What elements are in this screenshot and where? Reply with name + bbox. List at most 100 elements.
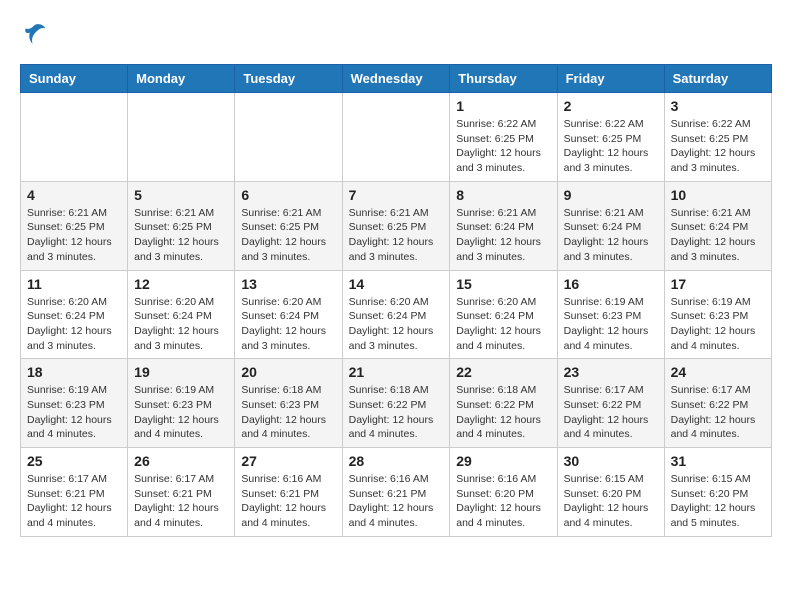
- day-number: 28: [349, 453, 444, 469]
- calendar-cell: [342, 93, 450, 182]
- day-of-week-header: Wednesday: [342, 65, 450, 93]
- day-info: Sunrise: 6:21 AM Sunset: 6:25 PM Dayligh…: [349, 206, 444, 265]
- page-header: [20, 20, 772, 48]
- logo: [20, 20, 52, 48]
- day-number: 1: [456, 98, 550, 114]
- day-number: 24: [671, 364, 765, 380]
- calendar-cell: [128, 93, 235, 182]
- day-info: Sunrise: 6:17 AM Sunset: 6:22 PM Dayligh…: [564, 383, 658, 442]
- day-info: Sunrise: 6:18 AM Sunset: 6:22 PM Dayligh…: [349, 383, 444, 442]
- calendar-cell: 23 Sunrise: 6:17 AM Sunset: 6:22 PM Dayli…: [557, 359, 664, 448]
- day-of-week-header: Thursday: [450, 65, 557, 93]
- day-number: 15: [456, 276, 550, 292]
- calendar-cell: 19 Sunrise: 6:19 AM Sunset: 6:23 PM Dayli…: [128, 359, 235, 448]
- calendar-cell: 3 Sunrise: 6:22 AM Sunset: 6:25 PM Daylig…: [664, 93, 771, 182]
- day-number: 22: [456, 364, 550, 380]
- day-number: 8: [456, 187, 550, 203]
- calendar-cell: 24 Sunrise: 6:17 AM Sunset: 6:22 PM Dayli…: [664, 359, 771, 448]
- calendar-week-row: 11Sunrise: 6:20 AM Sunset: 6:24 PM Dayli…: [21, 270, 772, 359]
- calendar-cell: 31 Sunrise: 6:15 AM Sunset: 6:20 PM Dayli…: [664, 448, 771, 537]
- day-info: Sunrise: 6:21 AM Sunset: 6:25 PM Dayligh…: [134, 206, 228, 265]
- day-of-week-header: Sunday: [21, 65, 128, 93]
- calendar-cell: 29 Sunrise: 6:16 AM Sunset: 6:20 PM Dayli…: [450, 448, 557, 537]
- calendar-cell: 26 Sunrise: 6:17 AM Sunset: 6:21 PM Dayli…: [128, 448, 235, 537]
- calendar-cell: 4 Sunrise: 6:21 AM Sunset: 6:25 PM Daylig…: [21, 181, 128, 270]
- calendar-cell: 11Sunrise: 6:20 AM Sunset: 6:24 PM Dayli…: [21, 270, 128, 359]
- day-number: 7: [349, 187, 444, 203]
- day-number: 2: [564, 98, 658, 114]
- calendar-cell: 9 Sunrise: 6:21 AM Sunset: 6:24 PM Daylig…: [557, 181, 664, 270]
- day-number: 10: [671, 187, 765, 203]
- day-number: 26: [134, 453, 228, 469]
- calendar-cell: 21 Sunrise: 6:18 AM Sunset: 6:22 PM Dayli…: [342, 359, 450, 448]
- day-info: Sunrise: 6:19 AM Sunset: 6:23 PM Dayligh…: [671, 295, 765, 354]
- day-info: Sunrise: 6:22 AM Sunset: 6:25 PM Dayligh…: [671, 117, 765, 176]
- calendar-cell: 13 Sunrise: 6:20 AM Sunset: 6:24 PM Dayli…: [235, 270, 342, 359]
- day-info: Sunrise: 6:20 AM Sunset: 6:24 PM Dayligh…: [241, 295, 335, 354]
- calendar-cell: [21, 93, 128, 182]
- day-info: Sunrise: 6:19 AM Sunset: 6:23 PM Dayligh…: [134, 383, 228, 442]
- day-number: 20: [241, 364, 335, 380]
- day-info: Sunrise: 6:15 AM Sunset: 6:20 PM Dayligh…: [671, 472, 765, 531]
- day-info: Sunrise: 6:17 AM Sunset: 6:21 PM Dayligh…: [27, 472, 121, 531]
- day-info: Sunrise: 6:15 AM Sunset: 6:20 PM Dayligh…: [564, 472, 658, 531]
- calendar-cell: 18 Sunrise: 6:19 AM Sunset: 6:23 PM Dayli…: [21, 359, 128, 448]
- calendar-week-row: 4 Sunrise: 6:21 AM Sunset: 6:25 PM Daylig…: [21, 181, 772, 270]
- day-number: 18: [27, 364, 121, 380]
- day-of-week-header: Tuesday: [235, 65, 342, 93]
- day-number: 14: [349, 276, 444, 292]
- day-info: Sunrise: 6:20 AM Sunset: 6:24 PM Dayligh…: [456, 295, 550, 354]
- calendar-week-row: 25 Sunrise: 6:17 AM Sunset: 6:21 PM Dayli…: [21, 448, 772, 537]
- day-of-week-header: Saturday: [664, 65, 771, 93]
- day-info: Sunrise: 6:17 AM Sunset: 6:22 PM Dayligh…: [671, 383, 765, 442]
- day-number: 12: [134, 276, 228, 292]
- calendar-cell: 25 Sunrise: 6:17 AM Sunset: 6:21 PM Dayli…: [21, 448, 128, 537]
- day-info: Sunrise: 6:17 AM Sunset: 6:21 PM Dayligh…: [134, 472, 228, 531]
- day-info: Sunrise: 6:18 AM Sunset: 6:22 PM Dayligh…: [456, 383, 550, 442]
- calendar-cell: 2 Sunrise: 6:22 AM Sunset: 6:25 PM Daylig…: [557, 93, 664, 182]
- calendar-cell: 16 Sunrise: 6:19 AM Sunset: 6:23 PM Dayli…: [557, 270, 664, 359]
- calendar-cell: 6Sunrise: 6:21 AM Sunset: 6:25 PM Daylig…: [235, 181, 342, 270]
- calendar-cell: 20 Sunrise: 6:18 AM Sunset: 6:23 PM Dayli…: [235, 359, 342, 448]
- day-number: 13: [241, 276, 335, 292]
- calendar-cell: 5 Sunrise: 6:21 AM Sunset: 6:25 PM Daylig…: [128, 181, 235, 270]
- day-info: Sunrise: 6:21 AM Sunset: 6:24 PM Dayligh…: [456, 206, 550, 265]
- day-number: 29: [456, 453, 550, 469]
- day-info: Sunrise: 6:20 AM Sunset: 6:24 PM Dayligh…: [134, 295, 228, 354]
- calendar-cell: 30 Sunrise: 6:15 AM Sunset: 6:20 PM Dayli…: [557, 448, 664, 537]
- calendar-cell: [235, 93, 342, 182]
- day-number: 16: [564, 276, 658, 292]
- day-number: 5: [134, 187, 228, 203]
- day-number: 4: [27, 187, 121, 203]
- day-info: Sunrise: 6:19 AM Sunset: 6:23 PM Dayligh…: [27, 383, 121, 442]
- calendar-cell: 27Sunrise: 6:16 AM Sunset: 6:21 PM Dayli…: [235, 448, 342, 537]
- day-number: 3: [671, 98, 765, 114]
- calendar-cell: 7 Sunrise: 6:21 AM Sunset: 6:25 PM Daylig…: [342, 181, 450, 270]
- day-info: Sunrise: 6:18 AM Sunset: 6:23 PM Dayligh…: [241, 383, 335, 442]
- day-info: Sunrise: 6:20 AM Sunset: 6:24 PM Dayligh…: [349, 295, 444, 354]
- day-number: 19: [134, 364, 228, 380]
- calendar-cell: 10 Sunrise: 6:21 AM Sunset: 6:24 PM Dayli…: [664, 181, 771, 270]
- day-number: 31: [671, 453, 765, 469]
- day-number: 6: [241, 187, 335, 203]
- day-info: Sunrise: 6:22 AM Sunset: 6:25 PM Dayligh…: [456, 117, 550, 176]
- day-info: Sunrise: 6:21 AM Sunset: 6:25 PM Dayligh…: [27, 206, 121, 265]
- day-info: Sunrise: 6:21 AM Sunset: 6:24 PM Dayligh…: [671, 206, 765, 265]
- calendar-table: SundayMondayTuesdayWednesdayThursdayFrid…: [20, 64, 772, 537]
- calendar-cell: 17Sunrise: 6:19 AM Sunset: 6:23 PM Dayli…: [664, 270, 771, 359]
- day-number: 21: [349, 364, 444, 380]
- calendar-cell: 28 Sunrise: 6:16 AM Sunset: 6:21 PM Dayli…: [342, 448, 450, 537]
- calendar-cell: 8 Sunrise: 6:21 AM Sunset: 6:24 PM Daylig…: [450, 181, 557, 270]
- day-info: Sunrise: 6:16 AM Sunset: 6:21 PM Dayligh…: [349, 472, 444, 531]
- day-number: 30: [564, 453, 658, 469]
- calendar-cell: 14 Sunrise: 6:20 AM Sunset: 6:24 PM Dayli…: [342, 270, 450, 359]
- day-number: 25: [27, 453, 121, 469]
- day-info: Sunrise: 6:19 AM Sunset: 6:23 PM Dayligh…: [564, 295, 658, 354]
- day-number: 23: [564, 364, 658, 380]
- day-info: Sunrise: 6:21 AM Sunset: 6:24 PM Dayligh…: [564, 206, 658, 265]
- calendar-cell: 12 Sunrise: 6:20 AM Sunset: 6:24 PM Dayli…: [128, 270, 235, 359]
- day-info: Sunrise: 6:22 AM Sunset: 6:25 PM Dayligh…: [564, 117, 658, 176]
- day-number: 9: [564, 187, 658, 203]
- day-info: Sunrise: 6:16 AM Sunset: 6:20 PM Dayligh…: [456, 472, 550, 531]
- day-info: Sunrise: 6:20 AM Sunset: 6:24 PM Dayligh…: [27, 295, 121, 354]
